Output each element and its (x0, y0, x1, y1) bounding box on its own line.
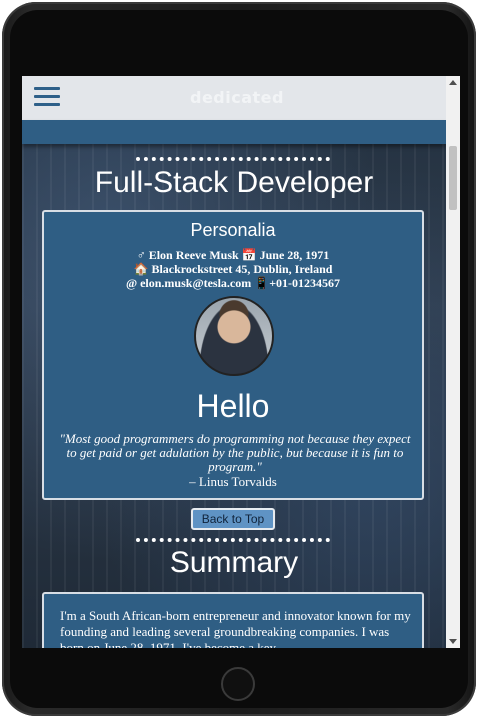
quote: "Most good programmers do programming no… (59, 431, 411, 474)
home-button[interactable] (221, 667, 255, 701)
personal-line-name-birthday: ♂ Elon Reeve Musk 📅 June 28, 1971 (136, 248, 330, 262)
brand-title[interactable]: dedicated (190, 88, 284, 107)
dotted-divider (136, 538, 330, 542)
page-title: Full-Stack Developer (94, 166, 374, 199)
greeting: Hello (196, 388, 270, 424)
scrollbar[interactable] (446, 76, 460, 648)
scroll-down-icon[interactable] (449, 639, 457, 644)
top-navbar: dedicated (22, 76, 446, 120)
dotted-divider (136, 157, 330, 161)
scroll-up-icon[interactable] (449, 80, 457, 85)
quote-author: – Linus Torvalds (189, 474, 277, 489)
personal-line-contact[interactable]: @ elon.musk@tesla.com 📱+01-01234567 (44, 276, 422, 290)
personalia-title: Personalia (190, 220, 276, 240)
scroll-thumb[interactable] (449, 146, 457, 210)
back-to-top-button[interactable]: Back to Top (191, 508, 275, 530)
header-band (22, 120, 446, 144)
personal-line-address: 🏠 Blackrockstreet 45, Dublin, Ireland (133, 262, 333, 276)
menu-icon[interactable] (34, 87, 60, 107)
summary-text: I'm a South African-born entrepreneur an… (60, 608, 411, 648)
summary-heading: Summary (169, 546, 299, 579)
screen: dedicated Full-Stack Developer Personali… (22, 76, 460, 648)
summary-card: I'm a South African-born entrepreneur an… (42, 592, 424, 648)
personalia-card: Personalia ♂ Elon Reeve Musk 📅 June 28, … (42, 210, 424, 500)
avatar (194, 296, 274, 376)
